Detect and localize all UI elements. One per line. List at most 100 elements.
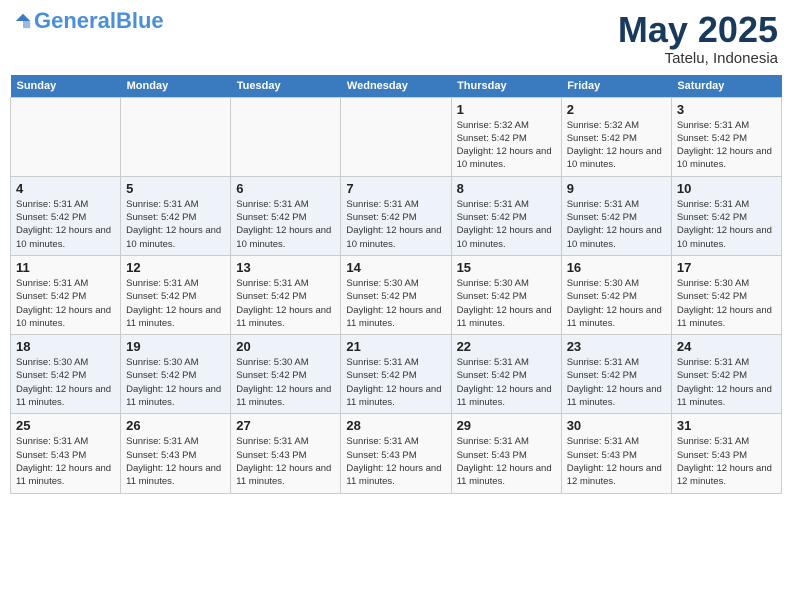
logo: GeneralBlue bbox=[14, 10, 164, 32]
table-row: 5 Sunrise: 5:31 AMSunset: 5:42 PMDaylight… bbox=[121, 176, 231, 255]
day-number: 15 bbox=[457, 260, 556, 275]
day-info: Sunrise: 5:31 AMSunset: 5:42 PMDaylight:… bbox=[457, 356, 556, 409]
table-row bbox=[121, 97, 231, 176]
table-row: 13Sunrise: 5:31 AMSunset: 5:42 PMDayligh… bbox=[231, 255, 341, 334]
day-info: Sunrise: 5:30 AMSunset: 5:42 PMDaylight:… bbox=[457, 277, 556, 330]
day-info: Sunrise: 5:30 AMSunset: 5:42 PMDaylight:… bbox=[567, 277, 666, 330]
day-info: Sunrise: 5:31 AMSunset: 5:42 PMDaylight:… bbox=[16, 277, 115, 330]
day-number: 3 bbox=[677, 102, 776, 117]
day-number: 25 bbox=[16, 418, 115, 433]
weekday-header-row: Sunday Monday Tuesday Wednesday Thursday… bbox=[11, 75, 782, 98]
table-row: 30 Sunrise: 5:31 AMSunset: 5:43 PMDayligh… bbox=[561, 414, 671, 493]
day-info: Sunrise: 5:31 AMSunset: 5:42 PMDaylight:… bbox=[16, 198, 115, 251]
day-number: 30 bbox=[567, 418, 666, 433]
day-number: 28 bbox=[346, 418, 445, 433]
table-row: 1 Sunrise: 5:32 AMSunset: 5:42 PMDaylight… bbox=[451, 97, 561, 176]
table-row: 10 Sunrise: 5:31 AMSunset: 5:42 PMDayligh… bbox=[671, 176, 781, 255]
day-number: 31 bbox=[677, 418, 776, 433]
day-number: 11 bbox=[16, 260, 115, 275]
table-row bbox=[341, 97, 451, 176]
table-row: 16Sunrise: 5:30 AMSunset: 5:42 PMDayligh… bbox=[561, 255, 671, 334]
header-sunday: Sunday bbox=[11, 75, 121, 98]
calendar-table: Sunday Monday Tuesday Wednesday Thursday… bbox=[10, 75, 782, 494]
day-info: Sunrise: 5:31 AMSunset: 5:43 PMDaylight:… bbox=[16, 435, 115, 488]
day-number: 19 bbox=[126, 339, 225, 354]
day-number: 20 bbox=[236, 339, 335, 354]
logo-blue: Blue bbox=[116, 8, 164, 33]
day-number: 23 bbox=[567, 339, 666, 354]
day-number: 10 bbox=[677, 181, 776, 196]
table-row: 8 Sunrise: 5:31 AMSunset: 5:42 PMDaylight… bbox=[451, 176, 561, 255]
logo-general: General bbox=[34, 8, 116, 33]
day-info: Sunrise: 5:31 AMSunset: 5:42 PMDaylight:… bbox=[346, 356, 445, 409]
table-row: 19 Sunrise: 5:30 AMSunset: 5:42 PMDayligh… bbox=[121, 335, 231, 414]
title-block: May 2025 Tatelu, Indonesia bbox=[618, 10, 778, 67]
page-header: GeneralBlue May 2025 Tatelu, Indonesia bbox=[10, 10, 782, 67]
day-number: 7 bbox=[346, 181, 445, 196]
logo-text: GeneralBlue bbox=[34, 10, 164, 32]
day-number: 1 bbox=[457, 102, 556, 117]
day-info: Sunrise: 5:31 AMSunset: 5:42 PMDaylight:… bbox=[346, 198, 445, 251]
calendar-week-row: 4 Sunrise: 5:31 AMSunset: 5:42 PMDaylight… bbox=[11, 176, 782, 255]
day-number: 5 bbox=[126, 181, 225, 196]
table-row bbox=[231, 97, 341, 176]
header-thursday: Thursday bbox=[451, 75, 561, 98]
table-row: 26 Sunrise: 5:31 AMSunset: 5:43 PMDayligh… bbox=[121, 414, 231, 493]
table-row: 20 Sunrise: 5:30 AMSunset: 5:42 PMDayligh… bbox=[231, 335, 341, 414]
day-info: Sunrise: 5:31 AMSunset: 5:42 PMDaylight:… bbox=[677, 119, 776, 172]
day-number: 2 bbox=[567, 102, 666, 117]
table-row: 11 Sunrise: 5:31 AMSunset: 5:42 PMDayligh… bbox=[11, 255, 121, 334]
day-info: Sunrise: 5:31 AMSunset: 5:43 PMDaylight:… bbox=[677, 435, 776, 488]
calendar-subtitle: Tatelu, Indonesia bbox=[618, 50, 778, 67]
table-row bbox=[11, 97, 121, 176]
table-row: 24Sunrise: 5:31 AMSunset: 5:42 PMDayligh… bbox=[671, 335, 781, 414]
day-number: 8 bbox=[457, 181, 556, 196]
day-number: 14 bbox=[346, 260, 445, 275]
table-row: 12Sunrise: 5:31 AMSunset: 5:42 PMDayligh… bbox=[121, 255, 231, 334]
day-number: 27 bbox=[236, 418, 335, 433]
day-number: 18 bbox=[16, 339, 115, 354]
calendar-week-row: 25 Sunrise: 5:31 AMSunset: 5:43 PMDayligh… bbox=[11, 414, 782, 493]
table-row: 28 Sunrise: 5:31 AMSunset: 5:43 PMDayligh… bbox=[341, 414, 451, 493]
day-info: Sunrise: 5:31 AMSunset: 5:42 PMDaylight:… bbox=[677, 356, 776, 409]
day-info: Sunrise: 5:32 AMSunset: 5:42 PMDaylight:… bbox=[457, 119, 556, 172]
day-info: Sunrise: 5:31 AMSunset: 5:42 PMDaylight:… bbox=[567, 356, 666, 409]
day-info: Sunrise: 5:31 AMSunset: 5:43 PMDaylight:… bbox=[126, 435, 225, 488]
day-number: 26 bbox=[126, 418, 225, 433]
day-number: 29 bbox=[457, 418, 556, 433]
day-info: Sunrise: 5:31 AMSunset: 5:42 PMDaylight:… bbox=[457, 198, 556, 251]
table-row: 4 Sunrise: 5:31 AMSunset: 5:42 PMDaylight… bbox=[11, 176, 121, 255]
table-row: 6Sunrise: 5:31 AMSunset: 5:42 PMDaylight… bbox=[231, 176, 341, 255]
header-monday: Monday bbox=[121, 75, 231, 98]
day-number: 21 bbox=[346, 339, 445, 354]
day-info: Sunrise: 5:30 AMSunset: 5:42 PMDaylight:… bbox=[346, 277, 445, 330]
table-row: 29Sunrise: 5:31 AMSunset: 5:43 PMDayligh… bbox=[451, 414, 561, 493]
calendar-title: May 2025 bbox=[618, 10, 778, 50]
day-number: 4 bbox=[16, 181, 115, 196]
day-info: Sunrise: 5:31 AMSunset: 5:43 PMDaylight:… bbox=[346, 435, 445, 488]
header-wednesday: Wednesday bbox=[341, 75, 451, 98]
table-row: 27Sunrise: 5:31 AMSunset: 5:43 PMDayligh… bbox=[231, 414, 341, 493]
day-number: 13 bbox=[236, 260, 335, 275]
table-row: 23 Sunrise: 5:31 AMSunset: 5:42 PMDayligh… bbox=[561, 335, 671, 414]
day-info: Sunrise: 5:30 AMSunset: 5:42 PMDaylight:… bbox=[677, 277, 776, 330]
table-row: 7 Sunrise: 5:31 AMSunset: 5:42 PMDaylight… bbox=[341, 176, 451, 255]
day-info: Sunrise: 5:31 AMSunset: 5:42 PMDaylight:… bbox=[677, 198, 776, 251]
day-number: 22 bbox=[457, 339, 556, 354]
day-number: 12 bbox=[126, 260, 225, 275]
calendar-week-row: 18 Sunrise: 5:30 AMSunset: 5:42 PMDayligh… bbox=[11, 335, 782, 414]
table-row: 9Sunrise: 5:31 AMSunset: 5:42 PMDaylight… bbox=[561, 176, 671, 255]
day-info: Sunrise: 5:30 AMSunset: 5:42 PMDaylight:… bbox=[126, 356, 225, 409]
day-info: Sunrise: 5:31 AMSunset: 5:42 PMDaylight:… bbox=[126, 198, 225, 251]
day-info: Sunrise: 5:30 AMSunset: 5:42 PMDaylight:… bbox=[236, 356, 335, 409]
table-row: 21 Sunrise: 5:31 AMSunset: 5:42 PMDayligh… bbox=[341, 335, 451, 414]
day-number: 17 bbox=[677, 260, 776, 275]
day-info: Sunrise: 5:31 AMSunset: 5:42 PMDaylight:… bbox=[236, 198, 335, 251]
calendar-week-row: 11 Sunrise: 5:31 AMSunset: 5:42 PMDayligh… bbox=[11, 255, 782, 334]
table-row: 17 Sunrise: 5:30 AMSunset: 5:42 PMDayligh… bbox=[671, 255, 781, 334]
day-info: Sunrise: 5:31 AMSunset: 5:42 PMDaylight:… bbox=[567, 198, 666, 251]
header-friday: Friday bbox=[561, 75, 671, 98]
day-info: Sunrise: 5:31 AMSunset: 5:43 PMDaylight:… bbox=[567, 435, 666, 488]
table-row: 15 Sunrise: 5:30 AMSunset: 5:42 PMDayligh… bbox=[451, 255, 561, 334]
table-row: 14 Sunrise: 5:30 AMSunset: 5:42 PMDayligh… bbox=[341, 255, 451, 334]
